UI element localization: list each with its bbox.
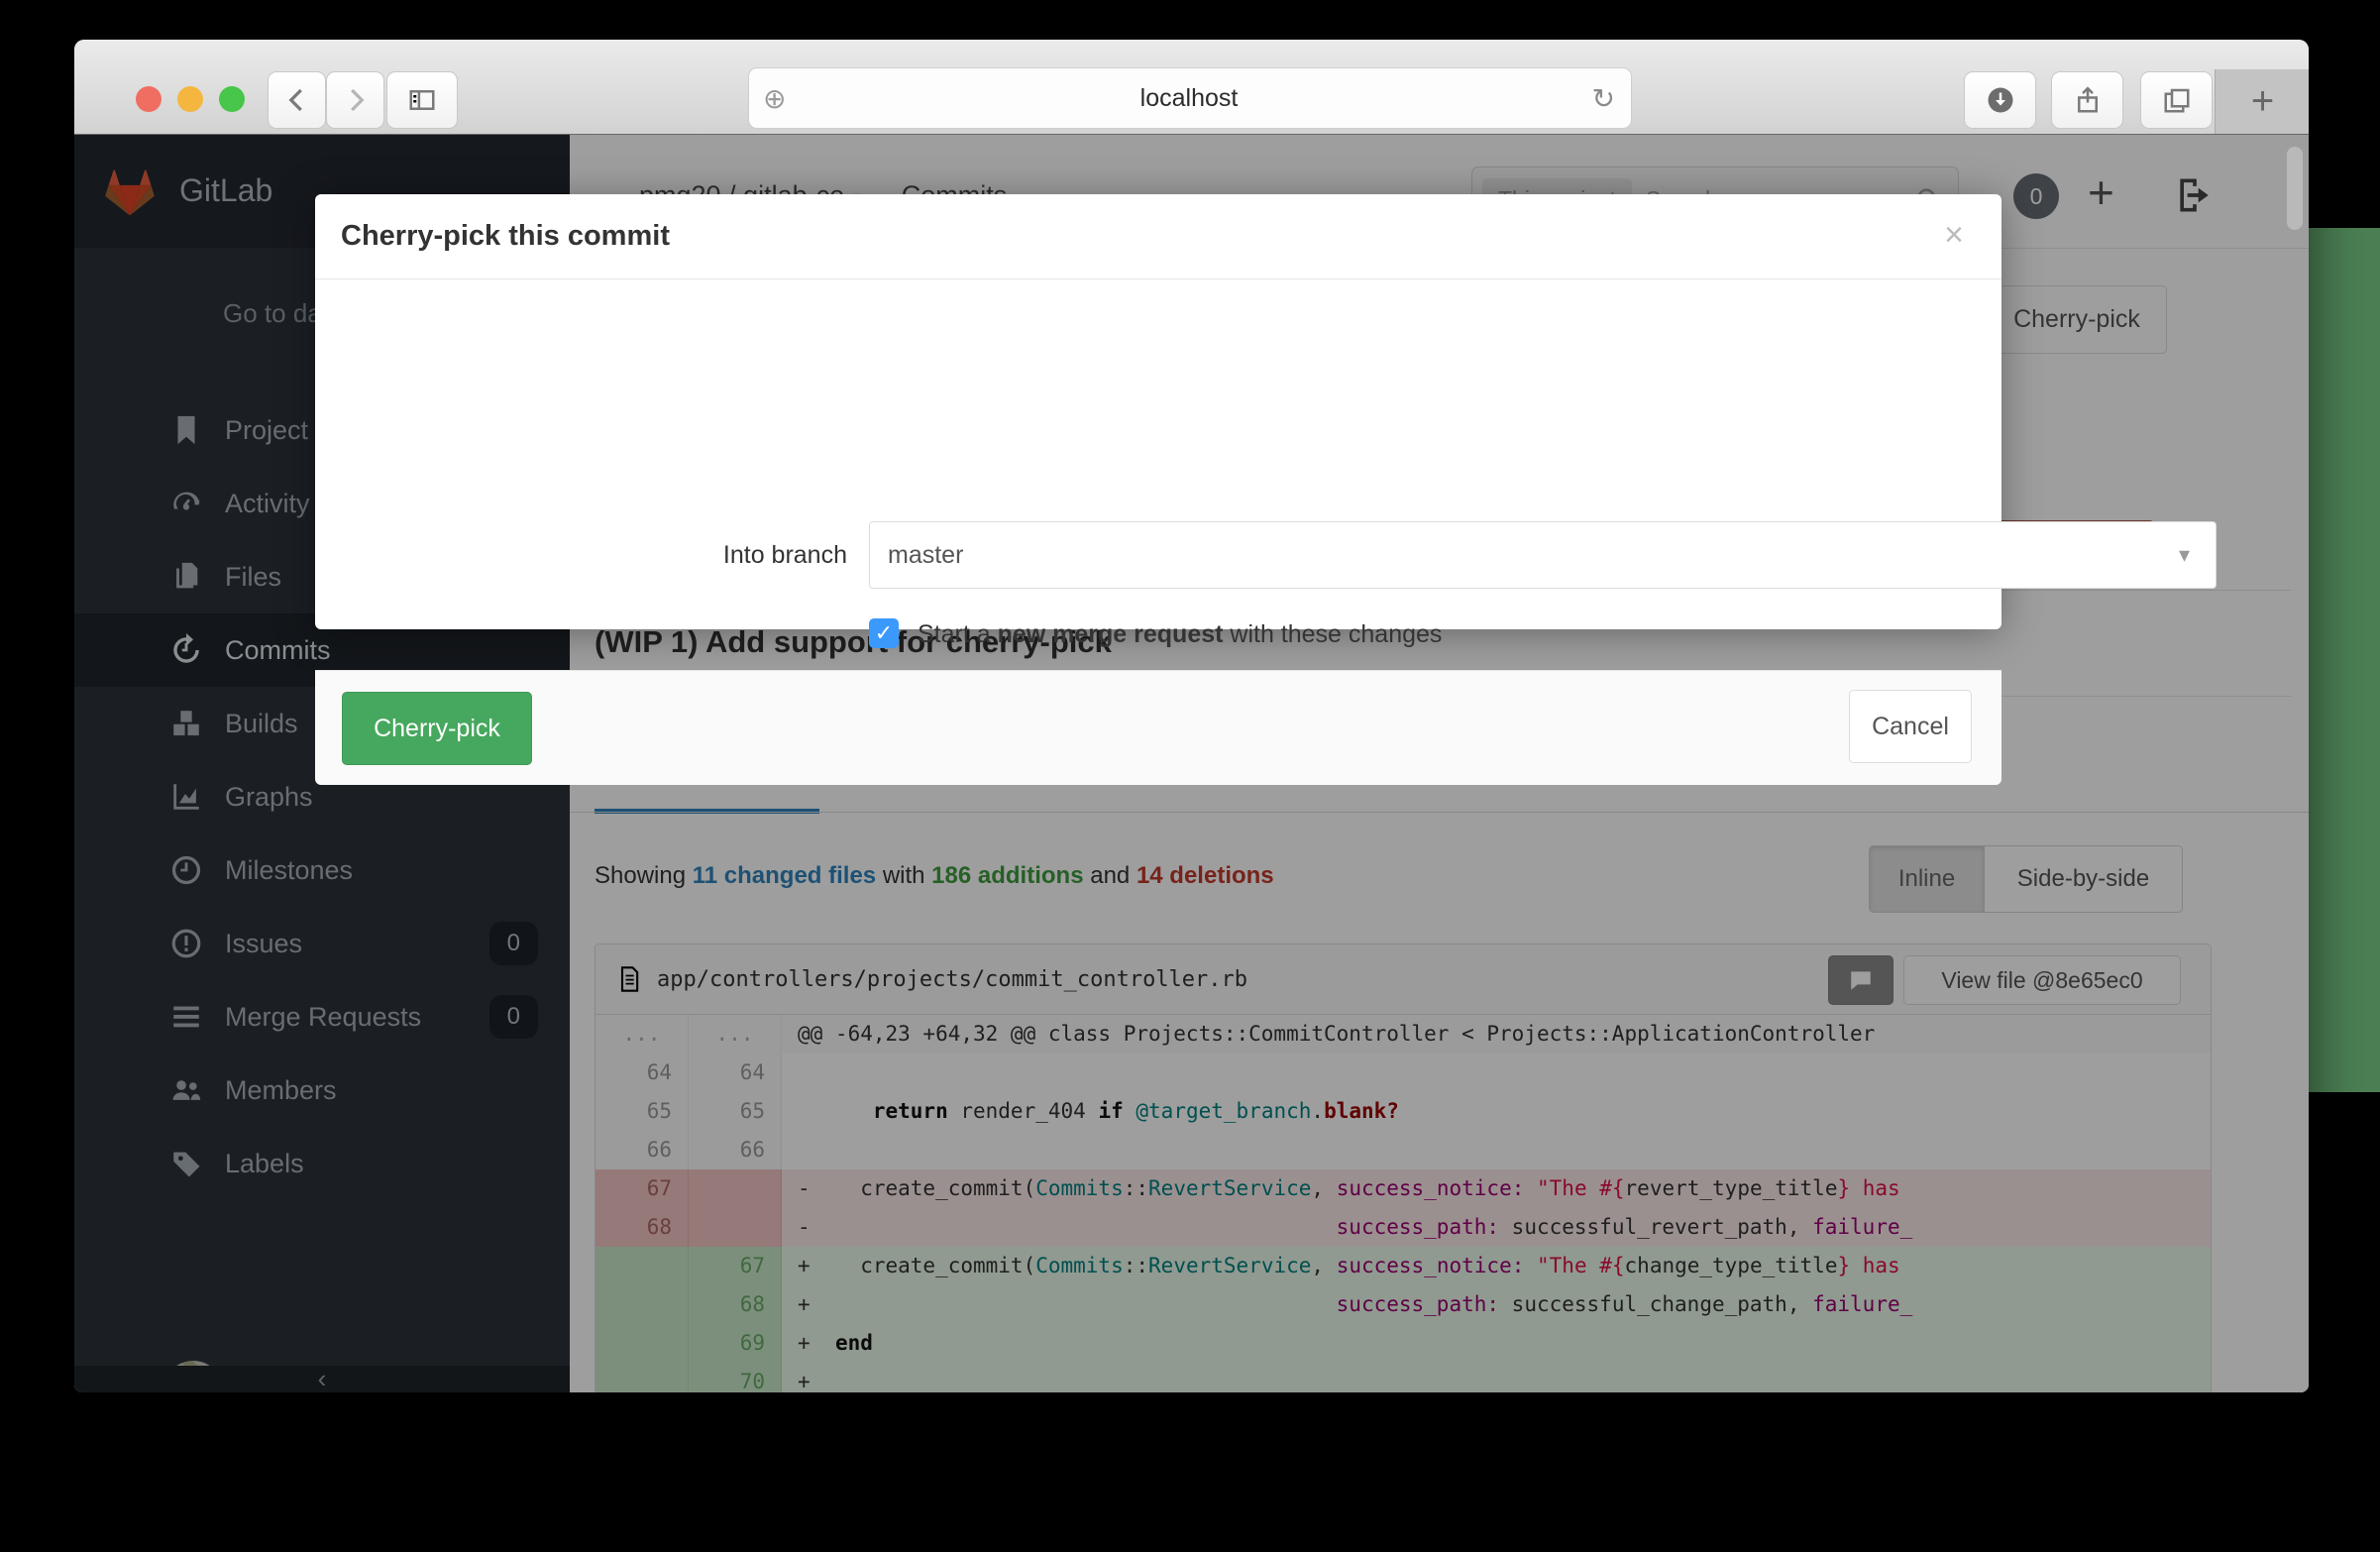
show-tabs-button[interactable]	[2140, 71, 2213, 129]
share-icon	[2073, 85, 2103, 115]
start-merge-request-label[interactable]: Start a new merge request with these cha…	[918, 620, 1442, 649]
sidebar-icon	[407, 85, 437, 115]
browser-toolbar: ⊕ localhost ↻ +	[74, 40, 2309, 135]
desktop-frame: ⊕ localhost ↻ +	[0, 0, 2380, 1552]
plus-icon: +	[2251, 79, 2274, 124]
start-merge-request-checkbox[interactable]: ✓	[869, 618, 899, 648]
modal-header: Cherry-pick this commit ×	[315, 194, 2001, 279]
sidebar-toggle-button[interactable]	[386, 71, 458, 129]
browser-window: ⊕ localhost ↻ +	[74, 40, 2309, 1392]
checkbox-text-bold: new merge request	[998, 620, 1224, 648]
minimize-window-button[interactable]	[177, 86, 203, 112]
branch-select-value: master	[888, 541, 963, 570]
scrollbar-thumb[interactable]	[2287, 147, 2303, 230]
share-button[interactable]	[2051, 71, 2123, 129]
close-icon[interactable]: ×	[1944, 216, 1964, 255]
url-text: localhost	[786, 84, 1591, 113]
modal-title: Cherry-pick this commit	[341, 220, 670, 253]
chevron-left-icon	[282, 85, 312, 115]
new-tab-button[interactable]: +	[2215, 69, 2309, 134]
checkbox-text-end: with these changes	[1223, 620, 1442, 648]
checkbox-text-start: Start a	[918, 620, 998, 648]
check-icon: ✓	[875, 620, 893, 646]
cancel-button[interactable]: Cancel	[1849, 690, 1972, 763]
cherry-pick-confirm-label: Cherry-pick	[374, 715, 500, 743]
close-window-button[interactable]	[136, 86, 162, 112]
into-branch-label: Into branch	[315, 541, 847, 570]
wallpaper-strip	[2309, 228, 2380, 1092]
back-button[interactable]	[268, 71, 326, 129]
chevron-right-icon	[341, 85, 371, 115]
forward-button[interactable]	[326, 71, 384, 129]
cherry-pick-confirm-button[interactable]: Cherry-pick	[342, 692, 532, 765]
reload-icon[interactable]: ↻	[1592, 82, 1615, 115]
download-icon	[1986, 85, 2015, 115]
reader-plus-icon[interactable]: ⊕	[763, 82, 786, 115]
chevron-down-icon: ▾	[2179, 542, 2190, 568]
branch-select[interactable]: master ▾	[869, 521, 2217, 589]
zoom-window-button[interactable]	[219, 86, 245, 112]
cancel-label: Cancel	[1872, 713, 1949, 741]
modal-footer: Cherry-pick Cancel	[315, 670, 2001, 785]
downloads-button[interactable]	[1964, 71, 2036, 129]
tabs-icon	[2162, 85, 2192, 115]
address-bar[interactable]: ⊕ localhost ↻	[748, 67, 1632, 129]
cherry-pick-modal: Cherry-pick this commit × Into branch ma…	[315, 194, 2001, 629]
